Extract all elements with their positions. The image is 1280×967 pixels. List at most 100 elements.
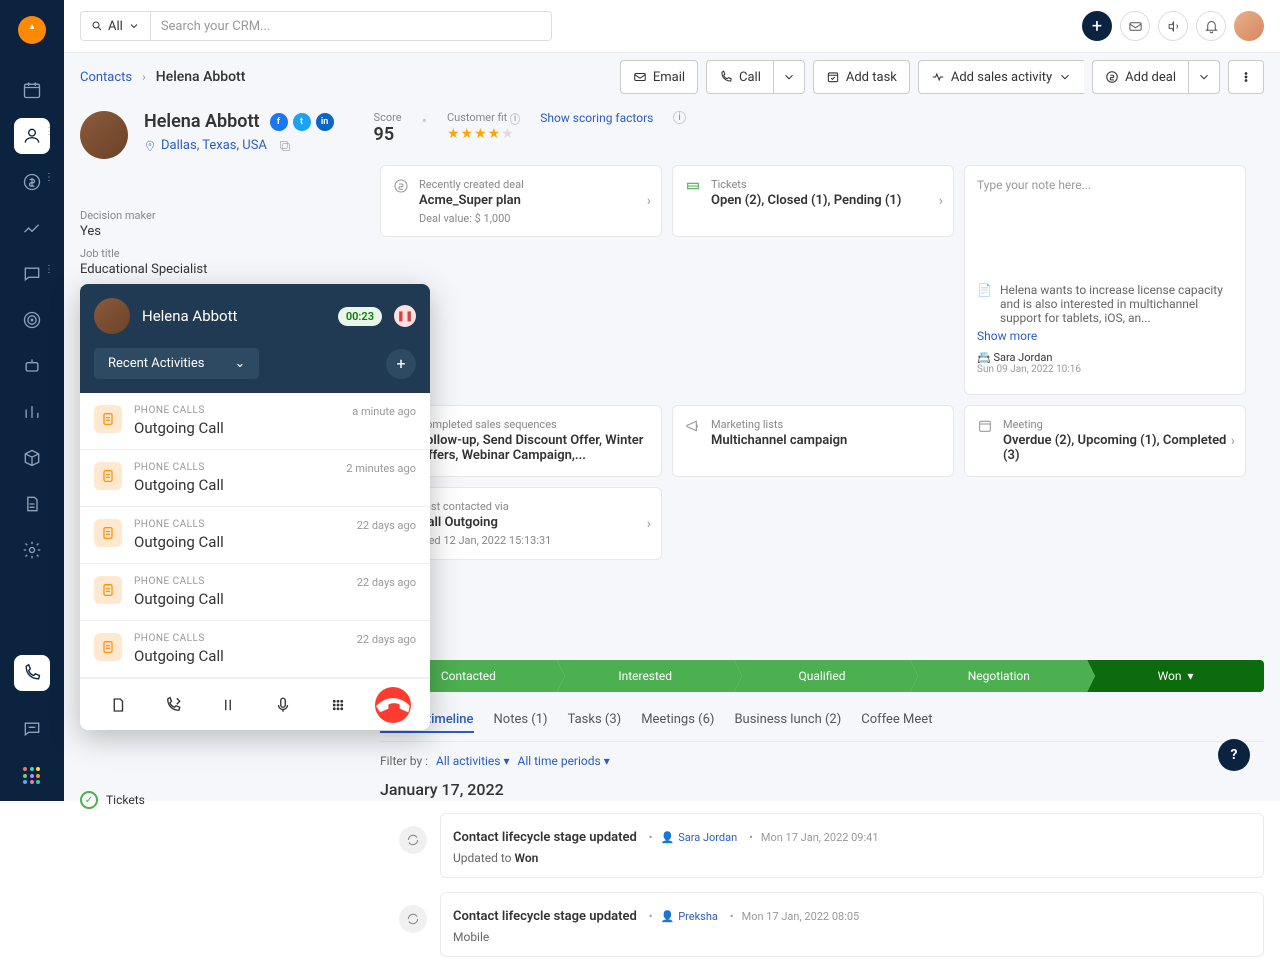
timeline-date: January 17, 2022 bbox=[380, 780, 1264, 799]
meeting-icon bbox=[977, 418, 993, 434]
chevron-down-icon bbox=[128, 20, 140, 32]
customer-fit-stars: ★★★★★ bbox=[447, 126, 520, 142]
add-new-button[interactable]: + bbox=[1082, 11, 1112, 41]
chevron-right-icon: › bbox=[647, 193, 651, 209]
refresh-icon bbox=[399, 905, 427, 933]
tab-coffee-meet[interactable]: Coffee Meet bbox=[861, 712, 932, 733]
mail-button[interactable] bbox=[1120, 11, 1150, 41]
add-deal-button[interactable]: Add deal bbox=[1092, 60, 1188, 94]
timeline-item: Contact lifecycle stage updated •👤Preksh… bbox=[440, 892, 1264, 957]
stage-won[interactable]: Won ▾ bbox=[1087, 660, 1264, 692]
call-transfer-button[interactable] bbox=[155, 687, 191, 723]
call-activity-row[interactable]: PHONE CALLSOutgoing Call2 minutes ago bbox=[80, 450, 430, 507]
nav-phone-icon[interactable] bbox=[14, 655, 50, 691]
notifications-button[interactable] bbox=[1196, 11, 1226, 41]
info-icon[interactable]: i bbox=[673, 111, 685, 124]
user-avatar[interactable] bbox=[1234, 11, 1264, 41]
call-pause-button[interactable]: ❚❚ bbox=[394, 305, 416, 327]
show-more-link[interactable]: Show more bbox=[977, 329, 1233, 343]
call-activity-row[interactable]: PHONE CALLSOutgoing Call22 days ago bbox=[80, 564, 430, 621]
tab-business-lunch[interactable]: Business lunch (2) bbox=[734, 712, 841, 733]
copy-icon[interactable] bbox=[278, 139, 292, 153]
nav-chat-icon[interactable] bbox=[14, 711, 50, 747]
clipboard-icon bbox=[94, 462, 122, 490]
breadcrumb-current: Helena Abbott bbox=[156, 69, 246, 85]
search-scope-button[interactable]: All bbox=[81, 12, 151, 40]
contact-location[interactable]: Dallas, Texas, USA bbox=[161, 138, 267, 153]
deal-icon bbox=[393, 178, 409, 194]
call-hangup-button[interactable] bbox=[375, 687, 411, 723]
clipboard-icon bbox=[94, 576, 122, 604]
help-button[interactable]: ? bbox=[1218, 739, 1250, 771]
stage-qualified[interactable]: Qualified bbox=[734, 660, 911, 692]
linkedin-icon[interactable]: in bbox=[316, 113, 334, 131]
tab-meetings[interactable]: Meetings (6) bbox=[641, 712, 714, 733]
ticket-icon bbox=[685, 178, 701, 194]
stage-interested[interactable]: Interested bbox=[557, 660, 734, 692]
search-scope-label: All bbox=[108, 19, 123, 34]
call-dropdown-button[interactable] bbox=[773, 60, 805, 94]
filter-activities[interactable]: All activities ▾ bbox=[436, 754, 509, 768]
add-task-button[interactable]: Add task bbox=[813, 60, 910, 94]
call-activity-row[interactable]: PHONE CALLSOutgoing Calla minute ago bbox=[80, 393, 430, 450]
search-icon bbox=[91, 20, 103, 32]
call-notes-button[interactable] bbox=[100, 687, 136, 723]
sidebar-tickets-section[interactable]: ✓Tickets bbox=[80, 791, 145, 809]
nav-messages-icon[interactable]: ⋮ bbox=[14, 256, 50, 292]
nav-products-icon[interactable] bbox=[14, 440, 50, 476]
announce-button[interactable] bbox=[1158, 11, 1188, 41]
nav-contacts-icon[interactable]: ⋮ bbox=[14, 118, 50, 154]
search-input[interactable] bbox=[151, 19, 551, 34]
call-activity-row[interactable]: PHONE CALLSOutgoing Call22 days ago bbox=[80, 507, 430, 564]
breadcrumb-root[interactable]: Contacts bbox=[80, 70, 132, 85]
call-button[interactable]: Call bbox=[706, 60, 773, 94]
score-label: Score bbox=[374, 111, 402, 124]
nav-goals-icon[interactable] bbox=[14, 302, 50, 338]
clipboard-icon bbox=[94, 633, 122, 661]
nav-calendar-icon[interactable] bbox=[14, 72, 50, 108]
app-sidebar: ⋮ ⋮ ⋮ bbox=[0, 0, 64, 801]
note-input[interactable] bbox=[977, 178, 1233, 268]
call-add-button[interactable]: + bbox=[386, 349, 416, 379]
nav-reports-icon[interactable] bbox=[14, 210, 50, 246]
meeting-card[interactable]: MeetingOverdue (2), Upcoming (1), Comple… bbox=[964, 405, 1246, 477]
stage-negotiation[interactable]: Negotiation bbox=[910, 660, 1087, 692]
contact-name: Helena Abbott bbox=[144, 111, 260, 132]
call-mute-button[interactable] bbox=[265, 687, 301, 723]
nav-docs-icon[interactable] bbox=[14, 486, 50, 522]
call-keypad-button[interactable] bbox=[320, 687, 356, 723]
recent-activities-dropdown[interactable]: Recent Activities⌄ bbox=[94, 348, 259, 379]
twitter-icon[interactable]: t bbox=[293, 113, 311, 131]
fit-label: Customer fit i bbox=[447, 111, 520, 124]
tickets-card[interactable]: TicketsOpen (2), Closed (1), Pending (1)… bbox=[672, 165, 954, 237]
app-logo[interactable] bbox=[18, 16, 46, 44]
nav-bot-icon[interactable] bbox=[14, 348, 50, 384]
add-sales-activity-button[interactable]: Add sales activity bbox=[918, 60, 1084, 94]
email-button[interactable]: Email bbox=[620, 60, 698, 94]
deal-card[interactable]: Recently created dealAcme_Super planDeal… bbox=[380, 165, 662, 237]
lifecycle-stages: Contacted Interested Qualified Negotiati… bbox=[380, 660, 1264, 692]
score-value: 95 bbox=[374, 124, 402, 145]
call-hold-button[interactable] bbox=[210, 687, 246, 723]
nav-settings-icon[interactable] bbox=[14, 532, 50, 568]
breadcrumb-bar: Contacts › Helena Abbott Email Call Add … bbox=[64, 53, 1280, 101]
nav-analytics-icon[interactable] bbox=[14, 394, 50, 430]
more-actions-button[interactable] bbox=[1228, 60, 1264, 94]
nav-deals-icon[interactable]: ⋮ bbox=[14, 164, 50, 200]
topbar: All + bbox=[64, 0, 1280, 53]
chevron-right-icon: › bbox=[142, 70, 146, 84]
call-avatar bbox=[94, 298, 130, 334]
chevron-right-icon: › bbox=[647, 516, 651, 532]
scoring-factors-link[interactable]: Show scoring factors bbox=[540, 111, 653, 125]
add-deal-dropdown-button[interactable] bbox=[1188, 60, 1220, 94]
contact-avatar bbox=[80, 111, 128, 159]
call-activity-row[interactable]: PHONE CALLSOutgoing Call22 days ago bbox=[80, 621, 430, 678]
facebook-icon[interactable]: f bbox=[270, 113, 288, 131]
tab-tasks[interactable]: Tasks (3) bbox=[568, 712, 622, 733]
tab-notes[interactable]: Notes (1) bbox=[494, 712, 548, 733]
search-bar: All bbox=[80, 11, 552, 41]
chevron-right-icon: › bbox=[1231, 433, 1235, 449]
nav-apps-icon[interactable] bbox=[23, 767, 41, 785]
filter-time[interactable]: All time periods ▾ bbox=[517, 754, 609, 768]
timeline-item: Contact lifecycle stage updated •👤Sara J… bbox=[440, 813, 1264, 878]
